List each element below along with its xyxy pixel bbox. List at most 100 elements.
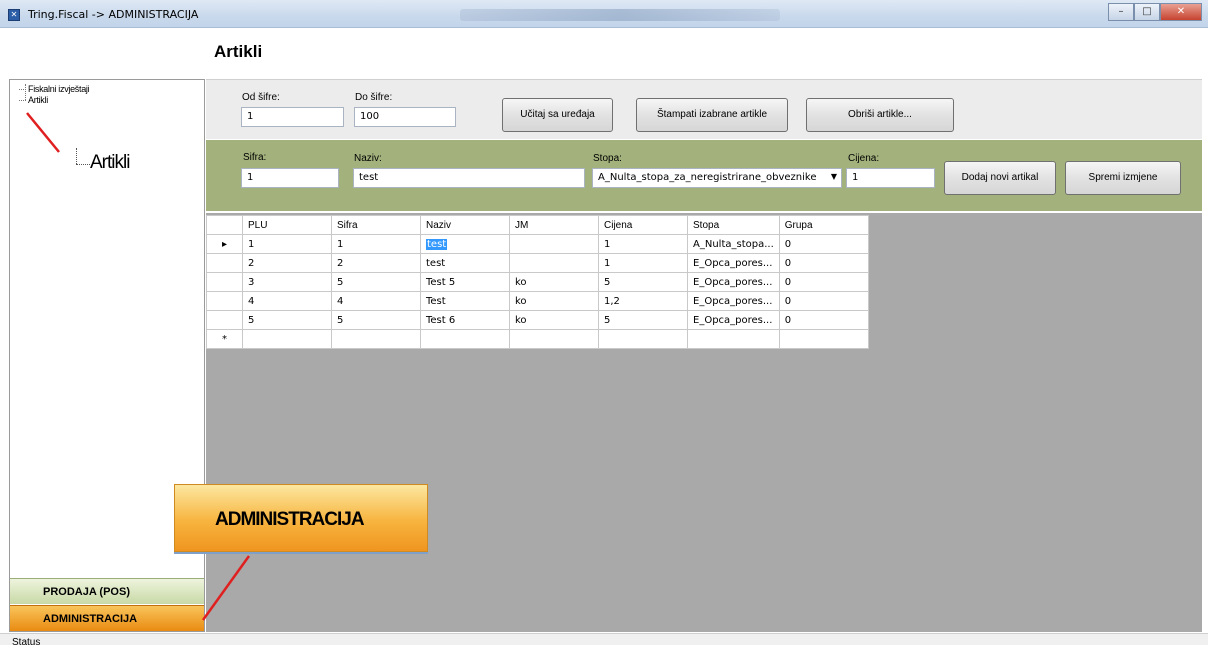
articles-grid: PLU Sifra Naziv JM Cijena Stopa Grupa ▸ … xyxy=(206,215,869,349)
row-header[interactable] xyxy=(206,272,243,292)
cell-stopa[interactable]: E_Opca_pores... xyxy=(687,291,780,311)
cell-stopa[interactable]: E_Opca_pores... xyxy=(687,310,780,330)
row-header[interactable] xyxy=(206,253,243,273)
status-bar: Status xyxy=(0,633,1208,648)
chevron-down-icon[interactable]: ▼ xyxy=(831,172,837,181)
grid-header-row: PLU Sifra Naziv JM Cijena Stopa Grupa xyxy=(206,215,869,235)
row-header[interactable] xyxy=(206,291,243,311)
cell-plu[interactable]: 1 xyxy=(242,234,332,254)
od-sifre-label: Od šifre: xyxy=(242,92,280,103)
row-header[interactable] xyxy=(206,310,243,330)
table-row[interactable]: 3 5 Test 5 ko 5 E_Opca_pores... 0 xyxy=(206,272,869,292)
load-from-device-button[interactable]: Učitaj sa uređaja xyxy=(502,98,613,132)
cell-sifra[interactable]: 2 xyxy=(331,253,421,273)
naziv-input[interactable]: test xyxy=(353,168,585,188)
cell-plu[interactable]: 4 xyxy=(242,291,332,311)
new-cell[interactable] xyxy=(331,329,421,349)
cell-stopa[interactable]: E_Opca_pores... xyxy=(687,253,780,273)
table-row[interactable]: 4 4 Test ko 1,2 E_Opca_pores... 0 xyxy=(206,291,869,311)
table-row[interactable]: 5 5 Test 6 ko 5 E_Opca_pores... 0 xyxy=(206,310,869,330)
table-row[interactable]: ▸ 1 1 test 1 A_Nulta_stopa... 0 xyxy=(206,234,869,254)
cell-jm[interactable] xyxy=(509,234,599,254)
window-controls: – □ ✕ xyxy=(1108,3,1202,21)
cijena-input[interactable]: 1 xyxy=(846,168,935,188)
cell-naziv[interactable]: Test xyxy=(420,291,510,311)
edit-panel: Sifra: 1 Naziv: test Stopa: A_Nulta_stop… xyxy=(206,140,1202,211)
new-cell[interactable] xyxy=(687,329,780,349)
col-header-naziv[interactable]: Naziv xyxy=(420,215,510,235)
cell-grupa[interactable]: 0 xyxy=(778,310,869,330)
cell-plu[interactable]: 5 xyxy=(242,310,332,330)
sifra-label: Sifra: xyxy=(243,152,267,163)
page-title: Artikli xyxy=(214,42,263,61)
col-header-cijena[interactable]: Cijena xyxy=(598,215,688,235)
cell-jm[interactable] xyxy=(509,253,599,273)
cell-stopa[interactable]: A_Nulta_stopa... xyxy=(687,234,780,254)
cell-cijena[interactable]: 1,2 xyxy=(598,291,688,311)
new-cell[interactable] xyxy=(420,329,510,349)
new-cell[interactable] xyxy=(598,329,688,349)
nav-tree: Fiskalni izvještaji Artikli xyxy=(16,84,90,106)
cell-sifra[interactable]: 5 xyxy=(331,310,421,330)
zoom-callout-administracija: ADMINISTRACIJA xyxy=(174,484,428,552)
new-cell[interactable] xyxy=(509,329,599,349)
col-header-jm[interactable]: JM xyxy=(509,215,599,235)
zoomed-tree-label: Artikli xyxy=(90,152,130,173)
cell-cijena[interactable]: 5 xyxy=(598,272,688,292)
od-sifre-input[interactable]: 1 xyxy=(241,107,344,127)
save-changes-button[interactable]: Spremi izmjene xyxy=(1065,161,1181,195)
stopa-label: Stopa: xyxy=(593,153,622,164)
cell-sifra[interactable]: 5 xyxy=(331,272,421,292)
cell-grupa[interactable]: 0 xyxy=(778,291,869,311)
stopa-select[interactable]: A_Nulta_stopa_za_neregistrirane_obveznik… xyxy=(592,168,842,188)
col-header-stopa[interactable]: Stopa xyxy=(687,215,780,235)
cell-cijena[interactable]: 1 xyxy=(598,253,688,273)
nav-administracija-button[interactable]: ADMINISTRACIJA xyxy=(10,605,204,631)
sifra-input[interactable]: 1 xyxy=(241,168,339,188)
tree-item-fiskalni[interactable]: Fiskalni izvještaji xyxy=(16,84,90,95)
minimize-button[interactable]: – xyxy=(1108,3,1134,21)
window-title: Tring.Fiscal -> ADMINISTRACIJA xyxy=(28,8,199,21)
close-button[interactable]: ✕ xyxy=(1160,3,1202,21)
cell-naziv[interactable]: Test 5 xyxy=(420,272,510,292)
cell-naziv[interactable]: Test 6 xyxy=(420,310,510,330)
cell-grupa[interactable]: 0 xyxy=(778,272,869,292)
tree-item-artikli[interactable]: Artikli xyxy=(16,95,89,106)
grid-corner[interactable] xyxy=(206,215,243,235)
maximize-button[interactable]: □ xyxy=(1134,3,1160,21)
new-cell[interactable] xyxy=(242,329,332,349)
window-titlebar: ✕ Tring.Fiscal -> ADMINISTRACIJA – □ ✕ xyxy=(0,0,1208,28)
add-article-button[interactable]: Dodaj novi artikal xyxy=(944,161,1056,195)
cell-sifra[interactable]: 1 xyxy=(331,234,421,254)
cell-grupa[interactable]: 0 xyxy=(778,253,869,273)
col-header-sifra[interactable]: Sifra xyxy=(331,215,421,235)
cell-plu[interactable]: 2 xyxy=(242,253,332,273)
blurred-region xyxy=(460,9,780,21)
cell-cijena[interactable]: 1 xyxy=(598,234,688,254)
selected-cell-text[interactable]: test xyxy=(426,238,448,250)
col-header-plu[interactable]: PLU xyxy=(242,215,332,235)
cell-sifra[interactable]: 4 xyxy=(331,291,421,311)
new-row[interactable]: * xyxy=(206,329,869,349)
cell-naziv[interactable]: test xyxy=(420,253,510,273)
zoomed-tree-item: Artikli xyxy=(76,148,130,174)
cell-cijena[interactable]: 5 xyxy=(598,310,688,330)
nav-prodaja-button[interactable]: PRODAJA (POS) xyxy=(10,578,204,604)
cell-grupa[interactable]: 0 xyxy=(778,234,869,254)
cell-naziv[interactable]: test xyxy=(420,234,510,254)
cell-plu[interactable]: 3 xyxy=(242,272,332,292)
stopa-selected-value: A_Nulta_stopa_za_neregistrirane_obveznik… xyxy=(598,172,817,183)
col-header-grupa[interactable]: Grupa xyxy=(778,215,869,235)
cell-jm[interactable]: ko xyxy=(509,291,599,311)
cell-stopa[interactable]: E_Opca_pores... xyxy=(687,272,780,292)
table-row[interactable]: 2 2 test 1 E_Opca_pores... 0 xyxy=(206,253,869,273)
current-row-marker: ▸ xyxy=(206,234,243,254)
cell-jm[interactable]: ko xyxy=(509,310,599,330)
filter-panel: Od šifre: 1 Do šifre: 100 Učitaj sa uređ… xyxy=(206,79,1202,139)
cell-jm[interactable]: ko xyxy=(509,272,599,292)
do-sifre-label: Do šifre: xyxy=(355,92,393,103)
print-selected-button[interactable]: Štampati izabrane artikle xyxy=(636,98,788,132)
new-cell[interactable] xyxy=(778,329,869,349)
do-sifre-input[interactable]: 100 xyxy=(354,107,456,127)
delete-articles-button[interactable]: Obriši artikle... xyxy=(806,98,954,132)
